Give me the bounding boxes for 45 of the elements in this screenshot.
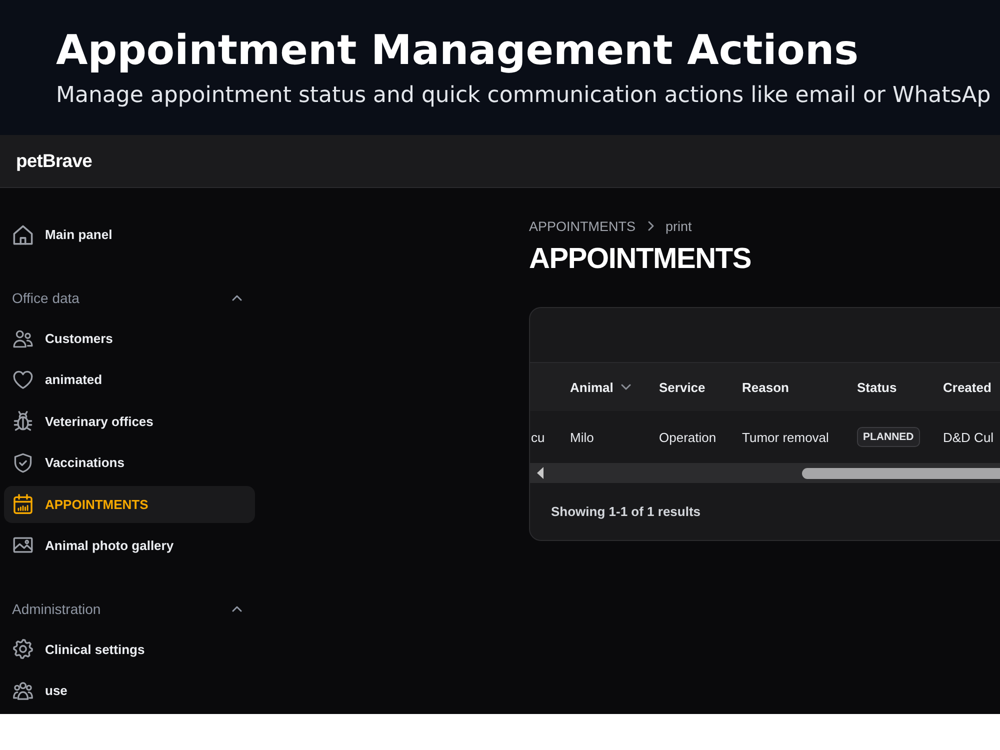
image-icon	[13, 535, 33, 556]
breadcrumb-link[interactable]: APPOINTMENTS	[529, 218, 636, 234]
shield-check-icon	[13, 452, 33, 473]
sidebar-item[interactable]: APPOINTMENTS	[4, 486, 255, 523]
gear-icon	[13, 639, 33, 660]
chevron-right-icon	[648, 221, 654, 231]
heart-icon	[13, 370, 33, 390]
sidebar-item[interactable]: Vaccinations	[4, 444, 255, 482]
table-cell: D&D Cul	[943, 430, 994, 444]
calendar-icon	[13, 494, 33, 514]
table-cell: Milo	[570, 430, 594, 444]
status-badge: PLANNED	[857, 427, 920, 447]
sidebar-item[interactable]: Customers	[4, 320, 255, 357]
table-cell: cu	[531, 430, 545, 444]
column-header[interactable]: Created	[943, 380, 992, 394]
home-icon	[13, 224, 33, 244]
users-icon	[13, 328, 33, 348]
column-header[interactable]: Status	[857, 380, 897, 394]
sidebar-item[interactable]: Clinical settings	[4, 630, 255, 668]
breadcrumb-current: print	[666, 218, 692, 234]
sidebar-item[interactable]: use	[4, 672, 255, 710]
left-arrow-icon[interactable]	[537, 467, 544, 479]
horizontal-scrollbar[interactable]	[530, 463, 1000, 483]
scrollbar-thumb[interactable]	[802, 468, 1000, 478]
section-title: Office data	[12, 290, 80, 306]
chevron-down-icon[interactable]	[621, 384, 632, 390]
section-title: Administration	[12, 600, 101, 617]
results-summary: Showing 1-1 of 1 results	[551, 504, 701, 519]
sidebar-item[interactable]: Animal photo gallery	[4, 526, 255, 564]
page-subtitle: Manage appointment status and quick communication actions like email or WhatsAp	[56, 83, 991, 109]
page-heading: APPOINTMENTS	[529, 242, 751, 276]
sidebar-item[interactable]: Veterinary offices	[4, 402, 255, 440]
page-title: Appointment Management Actions	[56, 28, 859, 72]
bug-icon	[13, 411, 33, 432]
sidebar-item[interactable]: animated	[4, 361, 255, 398]
logo-text[interactable]: petBrave	[16, 150, 92, 172]
table-cell: Operation	[659, 430, 716, 444]
user-group-icon	[13, 680, 33, 701]
column-header[interactable]: Service	[659, 380, 706, 394]
column-header[interactable]: Reason	[742, 380, 789, 394]
column-header[interactable]: Animal	[570, 380, 614, 394]
chevron-up-icon[interactable]	[232, 606, 242, 612]
table-cell: Tumor removal	[742, 430, 829, 444]
sidebar-item[interactable]: Main panel	[4, 216, 255, 253]
chevron-up-icon[interactable]	[232, 295, 242, 301]
